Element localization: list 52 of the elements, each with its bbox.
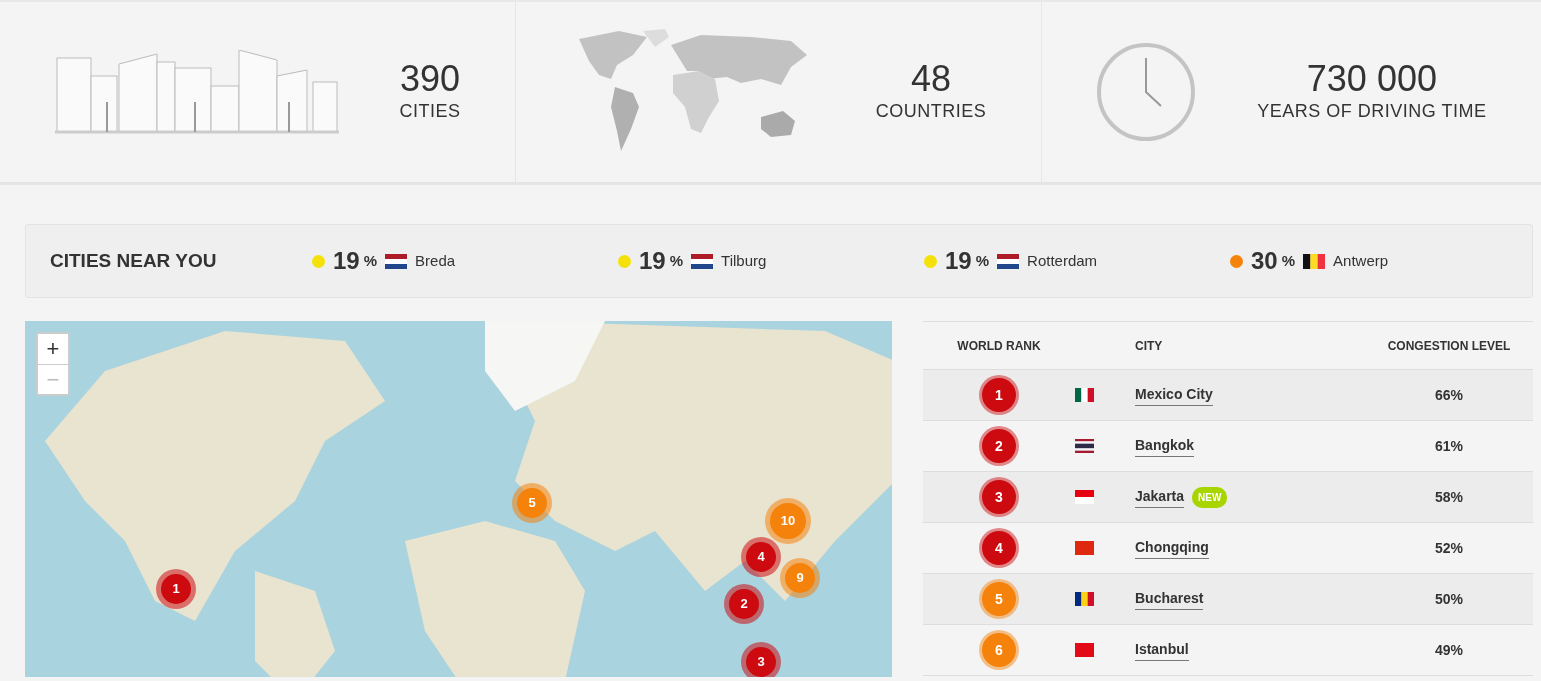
congestion-level: 50% xyxy=(1434,589,1464,609)
percent-value: 30 xyxy=(1251,246,1278,276)
flag-icon xyxy=(1075,439,1094,453)
rank-badge: 1 xyxy=(982,378,1016,412)
city-link[interactable]: Jakarta xyxy=(1135,486,1185,508)
stat-number: 48 xyxy=(909,58,952,99)
flag-icon xyxy=(1303,253,1326,269)
city-name: Antwerp xyxy=(1333,250,1389,271)
rank-badge: 2 xyxy=(982,429,1016,463)
column-header: CONGESTION LEVEL xyxy=(1386,337,1512,355)
percent-unit: % xyxy=(669,250,684,271)
column-header: CITY xyxy=(1135,337,1164,355)
stat-label: COUNTRIES xyxy=(875,100,987,124)
percent-unit: % xyxy=(363,250,378,271)
percent-value: 19 xyxy=(945,246,972,276)
flag-icon xyxy=(997,253,1020,269)
flag-icon xyxy=(691,253,714,269)
congestion-level: 52% xyxy=(1434,538,1464,558)
percent-unit: % xyxy=(975,250,990,271)
stat-label: YEARS OF DRIVING TIME xyxy=(1257,100,1487,124)
percent-value: 19 xyxy=(639,246,666,276)
flag-icon xyxy=(1075,490,1094,504)
city-link[interactable]: Chongqing xyxy=(1135,537,1209,559)
rank-badge: 6 xyxy=(982,633,1016,667)
flag-icon xyxy=(1075,541,1094,555)
flag-icon xyxy=(1075,388,1094,402)
clock-icon xyxy=(1096,42,1197,142)
congestion-level: 66% xyxy=(1434,385,1464,405)
flag-icon xyxy=(1075,643,1094,657)
rank-badge: 3 xyxy=(982,480,1016,514)
stat-number: 730 000 xyxy=(1305,58,1438,99)
section-title: CITIES NEAR YOU xyxy=(50,248,218,273)
flag-icon xyxy=(385,253,408,269)
rank-badge: 4 xyxy=(982,531,1016,565)
congestion-level: 58% xyxy=(1434,487,1464,507)
stat-label: CITIES xyxy=(399,100,461,124)
city-link[interactable]: Istanbul xyxy=(1135,639,1189,661)
percent-value: 19 xyxy=(333,246,360,276)
city-link[interactable]: Bangkok xyxy=(1135,435,1195,457)
congestion-level: 61% xyxy=(1434,436,1464,456)
city-link[interactable]: Bucharest xyxy=(1135,588,1204,610)
congestion-level: 49% xyxy=(1434,640,1464,660)
column-header: WORLD RANK xyxy=(957,337,1041,355)
city-name: Tilburg xyxy=(721,250,767,271)
city-name: Breda xyxy=(415,250,456,271)
rank-badge: 5 xyxy=(982,582,1016,616)
city-link[interactable]: Mexico City xyxy=(1135,384,1213,406)
flag-icon xyxy=(1075,592,1094,606)
new-badge: NEW xyxy=(1192,486,1228,508)
stat-number: 390 xyxy=(399,58,461,99)
percent-unit: % xyxy=(1281,250,1296,271)
city-name: Rotterdam xyxy=(1027,250,1098,271)
